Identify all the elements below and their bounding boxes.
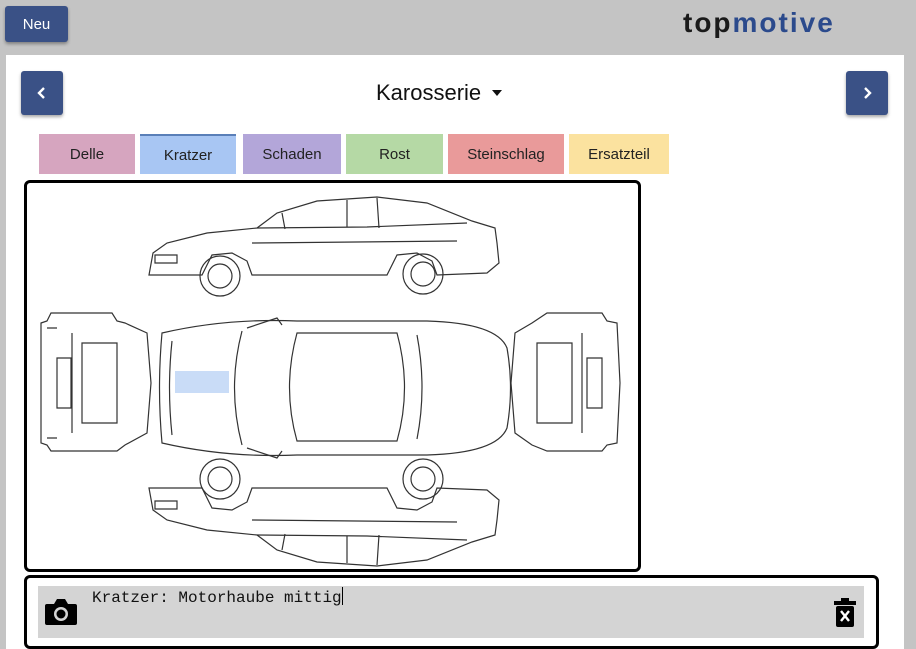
tab-kratzer[interactable]: Kratzer [140, 134, 236, 174]
new-button[interactable]: Neu [5, 6, 68, 42]
section-dropdown[interactable]: Karosserie [376, 77, 503, 109]
damage-note-text: Kratzer: Motorhaube mittig [92, 589, 342, 607]
car-rear-view [510, 312, 621, 452]
chevron-right-icon [864, 87, 872, 99]
next-section-button[interactable] [846, 71, 888, 115]
previous-section-button[interactable] [21, 71, 63, 115]
chevron-left-icon [37, 87, 45, 99]
damage-note-input[interactable]: Kratzer: Motorhaube mittig [90, 586, 816, 638]
caret-down-icon [492, 90, 503, 96]
damage-marker-kratzer[interactable] [175, 371, 229, 393]
damage-note-row: Kratzer: Motorhaube mittig [38, 586, 864, 638]
car-front-view [40, 312, 152, 452]
tab-schaden[interactable]: Schaden [243, 134, 341, 174]
top-bar: Neu topmotive [0, 0, 916, 50]
damage-note-box: Kratzer: Motorhaube mittig [24, 575, 879, 649]
tab-ersatzteil[interactable]: Ersatzteil [569, 134, 669, 174]
car-side-view-top [148, 196, 500, 297]
camera-icon[interactable] [44, 596, 78, 626]
svg-text:topmotive: topmotive [683, 8, 835, 38]
main-panel: Karosserie Delle Kratzer Schaden Rost St… [6, 55, 904, 649]
text-cursor [341, 587, 343, 605]
tab-rost[interactable]: Rost [346, 134, 443, 174]
car-side-view-bottom [148, 458, 500, 567]
logo-text-motive: motive [733, 8, 835, 38]
section-title: Karosserie [376, 80, 482, 105]
car-damage-diagram[interactable] [24, 180, 641, 572]
tab-steinschlag[interactable]: Steinschlag [448, 134, 564, 174]
tab-delle[interactable]: Delle [39, 134, 135, 174]
trash-icon[interactable] [833, 598, 857, 628]
car-outline-diagram [40, 196, 621, 567]
topmotive-logo: topmotive [683, 8, 835, 38]
logo-text-top: top [683, 8, 733, 38]
